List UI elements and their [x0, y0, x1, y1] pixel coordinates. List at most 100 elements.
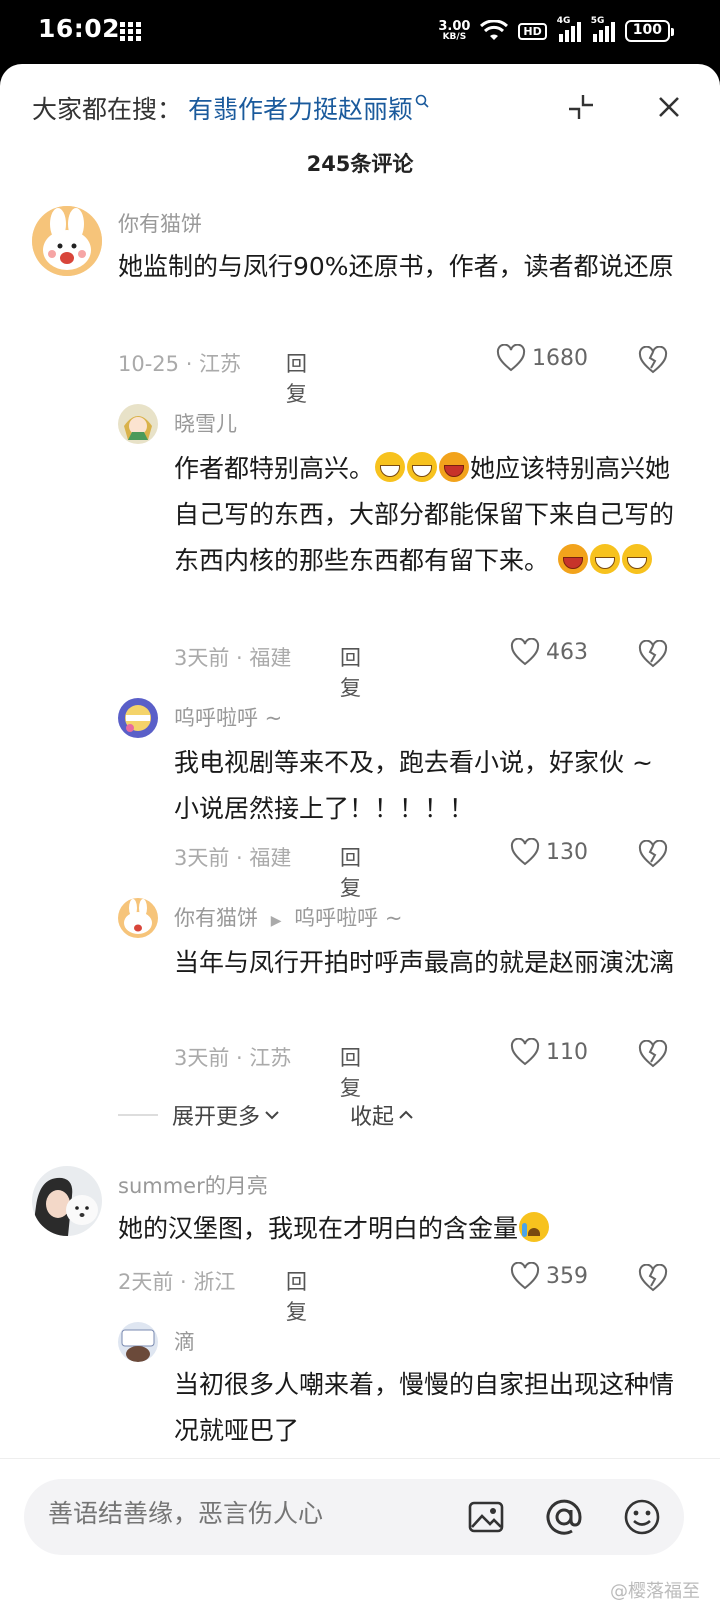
comment-username[interactable]: summer的月亮 [118, 1170, 268, 1200]
expand-more-label: 展开更多 [172, 1105, 261, 1130]
crying-emoji-icon [519, 1212, 550, 1242]
comment-sheet: 大家都在搜： 有翡作者力挺赵丽颖 245条评论 你有猫饼 她监制的与凤行90%还… [0, 64, 720, 1600]
sticker-avatar-icon [118, 1322, 158, 1362]
hd-badge: HD [518, 22, 547, 40]
reply-button[interactable]: 回复 [340, 842, 361, 902]
comment-text: 当初很多人嘲来着，慢慢的自家担出现这种情况就哑巴了 [174, 1370, 675, 1445]
emoji-icon[interactable] [622, 1497, 662, 1537]
reply-button[interactable]: 回复 [286, 348, 307, 408]
comment-input-container[interactable] [24, 1479, 684, 1555]
comment-count: 245条评论 [306, 152, 414, 176]
heart-icon [510, 1262, 540, 1290]
broken-heart-icon[interactable] [638, 346, 668, 374]
cartoon-avatar-icon [118, 698, 158, 738]
status-indicators: 3.00 KB/S HD 4G 5G 100 [438, 14, 675, 48]
heart-icon [510, 638, 540, 666]
chevron-down-icon [265, 1111, 279, 1120]
minimize-icon[interactable] [566, 92, 596, 122]
avatar[interactable] [118, 404, 158, 444]
like-count: 130 [546, 839, 588, 865]
status-bar: 16:02 3.00 KB/S HD 4G 5G 100 [0, 0, 720, 64]
broken-heart-icon[interactable] [638, 1040, 668, 1068]
comment-text: 当年与凤行开拍时呼声最高的就是赵丽演沈漓 [174, 948, 675, 977]
avatar[interactable] [32, 206, 102, 276]
laugh-emoji-icon [557, 544, 588, 574]
divider [118, 1114, 158, 1116]
signal-4g-icon: 4G [557, 16, 581, 42]
avatar[interactable] [32, 1166, 102, 1236]
avatar[interactable] [118, 698, 158, 738]
bunny-avatar-icon [32, 206, 102, 276]
search-icon [415, 94, 429, 108]
comment-input[interactable] [48, 1499, 448, 1528]
comment-meta: 3天前 · 福建 [174, 646, 292, 670]
reply-button[interactable]: 回复 [286, 1266, 307, 1326]
comment-username[interactable]: 你有猫饼 [118, 208, 202, 238]
laugh-emoji-icon [439, 452, 470, 482]
chevron-up-icon [399, 1110, 413, 1119]
reply-button[interactable]: 回复 [340, 642, 361, 702]
comment-text-part: 作者都特别高兴。 [174, 454, 375, 483]
bunny-avatar-icon [118, 898, 158, 938]
battery-indicator: 100 [624, 20, 675, 42]
collapse-label: 收起 [350, 1105, 395, 1130]
grin-emoji-icon [375, 452, 406, 482]
play-arrow-icon: ▶ [270, 913, 282, 929]
net-speed-unit: KB/S [442, 32, 467, 42]
heart-icon [496, 344, 526, 372]
comment-text: 我电视剧等来不及，跑去看小说，好家伙 ~ 小说居然接上了！！！！！ [174, 748, 653, 823]
comment-text-part: 她的汉堡图，我现在才明白的含金量 [118, 1214, 519, 1243]
broken-heart-icon[interactable] [638, 1264, 668, 1292]
grin-emoji-icon [589, 544, 620, 574]
signal-5g-icon: 5G [591, 16, 615, 42]
broken-heart-icon[interactable] [638, 640, 668, 668]
comment-text: 她的汉堡图，我现在才明白的含金量 [118, 1206, 688, 1252]
grid-apps-icon [120, 22, 141, 41]
photo-avatar-icon [32, 1166, 102, 1236]
like-count: 110 [546, 1039, 588, 1065]
collapse-button[interactable]: 收起 [350, 1099, 414, 1131]
expand-more-button[interactable]: 展开更多 [172, 1099, 280, 1131]
like-button[interactable]: 1680 [496, 344, 588, 372]
like-button[interactable]: 110 [510, 1038, 588, 1066]
reply-button[interactable]: 回复 [340, 1042, 361, 1102]
signal-4g-label: 4G [556, 16, 571, 26]
reply-target[interactable]: 呜呼啦呼 ~ [294, 906, 402, 930]
avatar[interactable] [118, 898, 158, 938]
grin-emoji-icon [621, 544, 652, 574]
like-button[interactable]: 130 [510, 838, 588, 866]
trending-search-term[interactable]: 有翡作者力挺赵丽颖 [188, 90, 413, 126]
reply-author[interactable]: 你有猫饼 [174, 906, 258, 930]
broken-heart-icon[interactable] [638, 840, 668, 868]
comment-username: 你有猫饼 ▶ 呜呼啦呼 ~ [174, 902, 402, 932]
like-button[interactable]: 463 [510, 638, 588, 666]
like-count: 359 [546, 1263, 588, 1289]
watermark: @樱落福至 [610, 1581, 700, 1600]
mention-icon[interactable] [544, 1497, 584, 1537]
comment-meta: 2天前 · 浙江 [118, 1270, 236, 1294]
like-button[interactable]: 359 [510, 1262, 588, 1290]
comment-input-bar: @樱落福至 [0, 1458, 720, 1600]
net-speed: 3.00 KB/S [438, 20, 470, 42]
thread-controls: 展开更多 收起 [118, 1099, 414, 1131]
avatar[interactable] [118, 1322, 158, 1362]
comment-meta: 10-25 · 江苏 [118, 352, 242, 376]
comment-username[interactable]: 呜呼啦呼 ~ [174, 702, 282, 732]
close-icon[interactable] [656, 94, 682, 120]
trending-search-prefix: 大家都在搜： [32, 95, 183, 124]
grin-emoji-icon [407, 452, 438, 482]
anime-avatar-icon [118, 404, 158, 444]
wifi-icon [480, 20, 509, 40]
image-icon[interactable] [466, 1497, 506, 1537]
comment-text: 作者都特别高兴。 她应该特别高兴她自己写的东西，大部分都能保留下来自己写的东西内核… [174, 446, 684, 584]
like-count: 1680 [532, 345, 588, 371]
heart-icon [510, 838, 540, 866]
comment-username[interactable]: 滴 [174, 1326, 195, 1356]
like-count: 463 [546, 639, 588, 665]
comment-meta: 3天前 · 福建 [174, 846, 292, 870]
comment-meta: 3天前 · 江苏 [174, 1046, 292, 1070]
comment-username[interactable]: 晓雪儿 [174, 408, 237, 438]
trending-search[interactable]: 大家都在搜： 有翡作者力挺赵丽颖 [32, 88, 429, 128]
status-time: 16:02 [38, 14, 121, 43]
heart-icon [510, 1038, 540, 1066]
